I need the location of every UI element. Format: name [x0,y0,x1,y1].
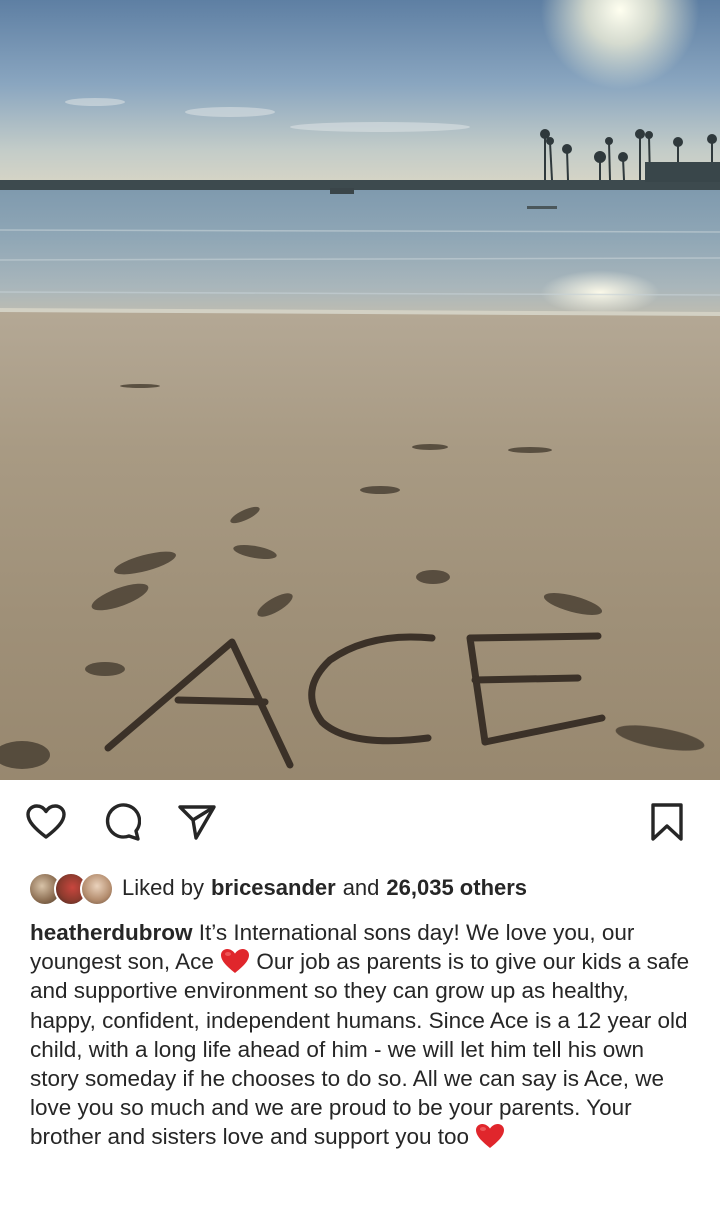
post-photo[interactable] [0,0,720,780]
avatar[interactable] [80,872,114,906]
clouds [65,98,470,132]
sand-writing-ace [104,632,606,769]
red-heart-emoji [475,1123,505,1149]
liker-avatars[interactable] [28,871,116,906]
bookmark-icon[interactable] [645,800,689,844]
likes-summary: Liked by bricesander and 26,035 others [28,868,708,908]
liked-by-label: Liked by [122,875,204,900]
paper-plane-icon[interactable] [175,800,219,844]
caption-username[interactable]: heatherdubrow [30,920,193,945]
photo-details [0,98,720,769]
red-heart-emoji [220,948,250,974]
heart-outline-icon[interactable] [24,800,68,844]
liker-username[interactable]: bricesander [211,875,336,901]
action-bar [0,800,720,850]
likes-connector: and [342,875,380,900]
post-caption: heatherdubrow It’s International sons da… [30,918,694,1152]
comment-bubble-icon[interactable] [100,800,144,844]
caption-text-part2: Our job as parents is to give our kids a… [30,949,690,1150]
footprints [0,384,705,769]
instagram-post: Liked by bricesander and 26,035 others h… [0,0,720,1218]
likes-count[interactable]: 26,035 others [386,875,527,901]
